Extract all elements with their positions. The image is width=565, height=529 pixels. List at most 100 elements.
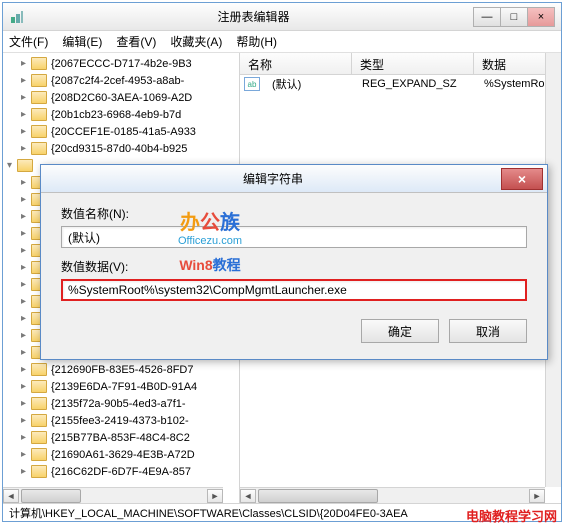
edit-string-dialog: 编辑字符串 × 数值名称(N): 数值数据(V): 确定 取消 (40, 164, 548, 360)
expand-icon[interactable]: ▸ (21, 143, 31, 154)
tree-item[interactable]: ▸ {21690A61-3629-4E3B-A72D (3, 446, 239, 463)
folder-icon (31, 363, 47, 376)
menu-favorites[interactable]: 收藏夹(A) (170, 33, 222, 50)
value-name-label: 数值名称(N): (61, 205, 527, 222)
dialog-body: 数值名称(N): 数值数据(V): 确定 取消 (41, 193, 547, 355)
tree-item[interactable]: ▸{216C62DF-6D7F-4E9A-857 (3, 463, 239, 480)
expand-icon[interactable]: ▸ (21, 92, 31, 103)
tree-item-label: {2155fee3-2419-4373-b102- (51, 415, 189, 427)
expand-icon[interactable]: ▸ (21, 381, 31, 392)
expand-icon[interactable]: ▸ (21, 211, 31, 222)
tree-item-label: {2087c2f4-2cef-4953-a8ab- (51, 75, 184, 87)
cell-data: %SystemRo (476, 78, 553, 90)
tree-item[interactable]: ▸ {20b1cb23-6968-4eb9-b7d (3, 106, 239, 123)
menu-edit[interactable]: 编辑(E) (62, 33, 102, 50)
expand-icon[interactable]: ▸ (21, 296, 31, 307)
folder-icon (31, 414, 47, 427)
value-data-input[interactable] (61, 279, 527, 301)
expand-icon[interactable]: ▸ (21, 75, 31, 86)
menu-file[interactable]: 文件(F) (9, 33, 48, 50)
maximize-button[interactable]: □ (500, 7, 528, 27)
tree-item-label: {2067ECCC-D717-4b2e-9B3 (51, 58, 192, 70)
folder-icon (17, 159, 33, 172)
expand-icon[interactable]: ▸ (21, 432, 31, 443)
expand-icon[interactable]: ▸ (21, 58, 31, 69)
col-type[interactable]: 类型 (352, 53, 474, 74)
expand-icon[interactable]: ▸ (21, 466, 31, 477)
scroll-right-icon[interactable]: ► (529, 489, 545, 503)
dialog-close-button[interactable]: × (501, 168, 543, 190)
tree-item[interactable]: ▸ {2087c2f4-2cef-4953-a8ab- (3, 72, 239, 89)
tree-item[interactable]: ▸{215B77BA-853F-48C4-8C2 (3, 429, 239, 446)
expand-icon[interactable]: ▸ (21, 398, 31, 409)
expand-icon[interactable]: ▸ (21, 126, 31, 137)
tree-item[interactable]: ▸ {2139E6DA-7F91-4B0D-91A4 (3, 378, 239, 395)
folder-icon (31, 448, 47, 461)
tree-item[interactable]: ▸ {2067ECCC-D717-4b2e-9B3 (3, 55, 239, 72)
folder-icon (31, 91, 47, 104)
list-header: 名称 类型 数据 (240, 53, 561, 75)
tree-item[interactable]: ▸{212690FB-83E5-4526-8FD7 (3, 361, 239, 378)
scroll-right-icon[interactable]: ► (207, 489, 223, 503)
regedit-icon (9, 9, 25, 25)
window-controls: — □ × (474, 7, 555, 27)
menu-view[interactable]: 查看(V) (116, 33, 156, 50)
expand-icon[interactable]: ▸ (21, 262, 31, 273)
dialog-title: 编辑字符串 (45, 170, 501, 187)
expand-icon[interactable]: ▾ (7, 160, 17, 171)
expand-icon[interactable]: ▸ (21, 279, 31, 290)
dialog-buttons: 确定 取消 (61, 319, 527, 343)
folder-icon (31, 465, 47, 478)
expand-icon[interactable]: ▸ (21, 364, 31, 375)
expand-icon[interactable]: ▸ (21, 177, 31, 188)
cancel-button[interactable]: 取消 (449, 319, 527, 343)
tree-item-label: {21690A61-3629-4E3B-A72D (51, 449, 195, 461)
cell-type: REG_EXPAND_SZ (354, 78, 476, 90)
expand-icon[interactable]: ▸ (21, 347, 31, 358)
tree-item[interactable]: ▸ {2135f72a-90b5-4ed3-a7f1- (3, 395, 239, 412)
scroll-thumb[interactable] (21, 489, 81, 503)
expand-icon[interactable]: ▸ (21, 330, 31, 341)
folder-icon (31, 142, 47, 155)
titlebar[interactable]: 注册表编辑器 — □ × (3, 3, 561, 31)
tree-item[interactable]: ▸ {20CCEF1E-0185-41a5-A933 (3, 123, 239, 140)
folder-icon (31, 108, 47, 121)
tree-item[interactable]: ▸ {208D2C60-3AEA-1069-A2D (3, 89, 239, 106)
menu-help[interactable]: 帮助(H) (236, 33, 277, 50)
expand-icon[interactable]: ▸ (21, 228, 31, 239)
expand-icon[interactable]: ▸ (21, 449, 31, 460)
tree-item-label: {20cd9315-87d0-40b4-b925 (51, 143, 187, 155)
value-name-input[interactable] (61, 226, 527, 248)
col-name[interactable]: 名称 (240, 53, 352, 74)
scroll-thumb[interactable] (258, 489, 378, 503)
list-scrollbar-h[interactable]: ◄ ► (240, 487, 545, 503)
dialog-titlebar[interactable]: 编辑字符串 × (41, 165, 547, 193)
tree-scrollbar-h[interactable]: ◄ ► (3, 487, 223, 503)
tree-item-label: {2139E6DA-7F91-4B0D-91A4 (51, 381, 197, 393)
tree-item[interactable]: ▸ {20cd9315-87d0-40b4-b925 (3, 140, 239, 157)
list-row[interactable]: ab (默认) REG_EXPAND_SZ %SystemRo (240, 75, 561, 93)
folder-icon (31, 431, 47, 444)
folder-icon (31, 74, 47, 87)
scroll-left-icon[interactable]: ◄ (240, 489, 256, 503)
folder-icon (31, 380, 47, 393)
tree-item-label: {208D2C60-3AEA-1069-A2D (51, 92, 192, 104)
cell-name: (默认) (264, 76, 354, 92)
scroll-left-icon[interactable]: ◄ (3, 489, 19, 503)
expand-icon[interactable]: ▸ (21, 109, 31, 120)
expand-icon[interactable]: ▸ (21, 194, 31, 205)
reg-value-icon: ab (244, 77, 260, 91)
minimize-button[interactable]: — (473, 7, 501, 27)
tree-item[interactable]: ▸ {2155fee3-2419-4373-b102- (3, 412, 239, 429)
expand-icon[interactable]: ▸ (21, 415, 31, 426)
expand-icon[interactable]: ▸ (21, 245, 31, 256)
statusbar: 计算机\HKEY_LOCAL_MACHINE\SOFTWARE\Classes\… (3, 503, 561, 521)
ok-button[interactable]: 确定 (361, 319, 439, 343)
folder-icon (31, 57, 47, 70)
tree-item-label: {2135f72a-90b5-4ed3-a7f1- (51, 398, 186, 410)
close-button[interactable]: × (527, 7, 555, 27)
tree-item-label: {20b1cb23-6968-4eb9-b7d (51, 109, 181, 121)
expand-icon[interactable]: ▸ (21, 313, 31, 324)
tree-item-label: {20CCEF1E-0185-41a5-A933 (51, 126, 196, 138)
value-data-label: 数值数据(V): (61, 258, 527, 275)
